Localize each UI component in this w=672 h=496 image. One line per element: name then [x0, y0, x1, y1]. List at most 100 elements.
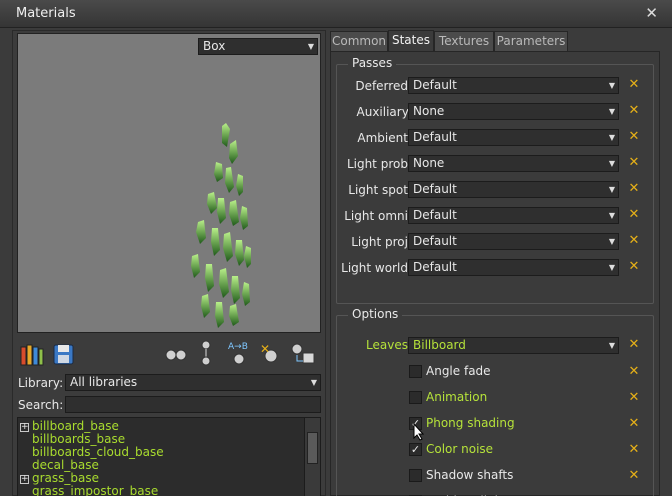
option-checkbox[interactable] [409, 469, 422, 482]
tab-parameters[interactable]: Parameters [494, 31, 568, 52]
preview-pane: Box ▼ A→B ✕ Library: All libraries ▼ Sea… [12, 30, 326, 496]
books-icon[interactable] [19, 341, 45, 367]
properties-pane: Common States Textures Parameters Passes… [330, 30, 660, 496]
x-mark-icon[interactable]: ✕ [627, 156, 641, 170]
options-group-title: Options [348, 307, 403, 321]
pass-select[interactable]: Default ▼ [408, 129, 619, 146]
scrollbar[interactable] [304, 418, 320, 496]
x-mark-icon[interactable]: ✕ [627, 417, 641, 431]
pass-select[interactable]: None ▼ [408, 155, 619, 172]
x-mark-icon[interactable]: ✕ [627, 182, 641, 196]
pass-select-value: None [413, 156, 445, 170]
window-title: Materials [16, 6, 76, 21]
option-checkbox[interactable] [409, 365, 422, 378]
pass-select-value: Default [413, 234, 457, 248]
inherit-material-icon[interactable] [193, 339, 219, 366]
x-mark-icon[interactable]: ✕ [627, 208, 641, 222]
library-select[interactable]: All libraries ▼ [65, 374, 321, 391]
scrollbar-thumb[interactable] [307, 432, 318, 464]
list-item[interactable]: grass_impostor_base [32, 484, 158, 496]
chevron-down-icon: ▼ [608, 159, 615, 168]
list-item[interactable]: billboards_base [32, 432, 125, 446]
expand-icon[interactable]: + [20, 423, 29, 432]
passes-group-title: Passes [348, 56, 397, 70]
leaves-select-value: Billboard [413, 338, 466, 352]
option-checkbox[interactable] [409, 391, 422, 404]
pass-label: Auxiliary: [356, 105, 412, 119]
chevron-down-icon: ▼ [608, 211, 615, 220]
x-mark-icon[interactable]: ✕ [627, 78, 641, 92]
material-preview-viewport[interactable]: Box ▼ [17, 33, 321, 333]
pass-select[interactable]: Default ▼ [408, 233, 619, 250]
expand-icon[interactable]: + [20, 475, 29, 484]
floppy-disk-icon[interactable] [51, 341, 77, 367]
tab-states[interactable]: States [388, 30, 434, 52]
x-mark-icon[interactable]: ✕ [627, 104, 641, 118]
x-mark-icon[interactable]: ✕ [627, 338, 641, 352]
x-mark-icon[interactable]: ✕ [627, 443, 641, 457]
leaves-label: Leaves: [366, 338, 412, 352]
list-item[interactable]: grass_base [32, 471, 99, 485]
move-material-icon[interactable] [289, 341, 315, 367]
pass-select[interactable]: None ▼ [408, 103, 619, 120]
pass-select-value: Default [413, 130, 457, 144]
chevron-down-icon: ▼ [608, 237, 615, 246]
pass-label: Light spot: [348, 183, 412, 197]
close-icon[interactable]: ✕ [645, 4, 658, 22]
library-select-value: All libraries [70, 375, 138, 389]
list-item[interactable]: decal_base [32, 458, 99, 472]
pass-label: Ambient: [357, 131, 412, 145]
chevron-down-icon: ▼ [608, 263, 615, 272]
chevron-down-icon: ▼ [608, 185, 615, 194]
pass-label: Light proj: [351, 235, 412, 249]
list-item[interactable]: billboard_base [32, 419, 119, 433]
x-mark-icon[interactable]: ✕ [627, 469, 641, 483]
preview-shape-select[interactable]: Box ▼ [198, 38, 318, 55]
pass-select-value: Default [413, 78, 457, 92]
chevron-down-icon: ▼ [608, 133, 615, 142]
delete-material-icon[interactable]: ✕ [257, 341, 283, 367]
chevron-down-icon: ▼ [608, 341, 615, 350]
option-checkbox[interactable]: ✓ [409, 443, 422, 456]
pass-select-value: None [413, 104, 445, 118]
chevron-down-icon: ▼ [608, 81, 615, 90]
pass-label: Light world: [341, 261, 412, 275]
tab-textures[interactable]: Textures [434, 31, 494, 52]
pass-label: Light omni: [344, 209, 412, 223]
material-tree[interactable]: + billboard_base billboards_base billboa… [17, 417, 321, 496]
leaves-select[interactable]: Billboard ▼ [408, 337, 619, 354]
x-mark-icon[interactable]: ✕ [627, 130, 641, 144]
pass-select[interactable]: Default ▼ [408, 181, 619, 198]
mouse-cursor-icon [413, 423, 425, 441]
pass-label: Deferred: [355, 79, 412, 93]
pass-select-value: Default [413, 208, 457, 222]
x-mark-icon[interactable]: ✕ [627, 260, 641, 274]
pass-label: Light prob: [346, 157, 412, 171]
assign-material-icon[interactable] [163, 343, 189, 369]
pass-select-value: Default [413, 182, 457, 196]
pass-select[interactable]: Default ▼ [408, 259, 619, 276]
preview-shape-value: Box [203, 39, 226, 53]
option-label: Shadow shafts [426, 468, 514, 482]
search-input[interactable] [65, 396, 321, 413]
tab-common[interactable]: Common [330, 31, 388, 52]
option-label: Color noise [426, 442, 494, 456]
library-label: Library: [18, 376, 64, 390]
svg-text:✕: ✕ [260, 342, 270, 356]
chevron-down-icon: ▼ [310, 378, 317, 387]
window-titlebar: Materials ✕ [0, 0, 672, 28]
plant-preview-image [191, 123, 251, 328]
list-item[interactable]: billboards_cloud_base [32, 445, 164, 459]
pass-select[interactable]: Default ▼ [408, 207, 619, 224]
pass-select-value: Default [413, 260, 457, 274]
x-mark-icon[interactable]: ✕ [627, 391, 641, 405]
copy-material-icon[interactable]: A→B [225, 339, 251, 365]
chevron-down-icon: ▼ [608, 107, 615, 116]
chevron-down-icon: ▼ [307, 42, 314, 51]
states-panel: Passes Deferred: Default ▼ ✕ Auxiliary: None ▼… [330, 51, 660, 496]
x-mark-icon[interactable]: ✕ [627, 365, 641, 379]
option-label: Angle fade [426, 364, 491, 378]
pass-select[interactable]: Default ▼ [408, 77, 619, 94]
option-label: Animation [426, 390, 488, 404]
x-mark-icon[interactable]: ✕ [627, 234, 641, 248]
